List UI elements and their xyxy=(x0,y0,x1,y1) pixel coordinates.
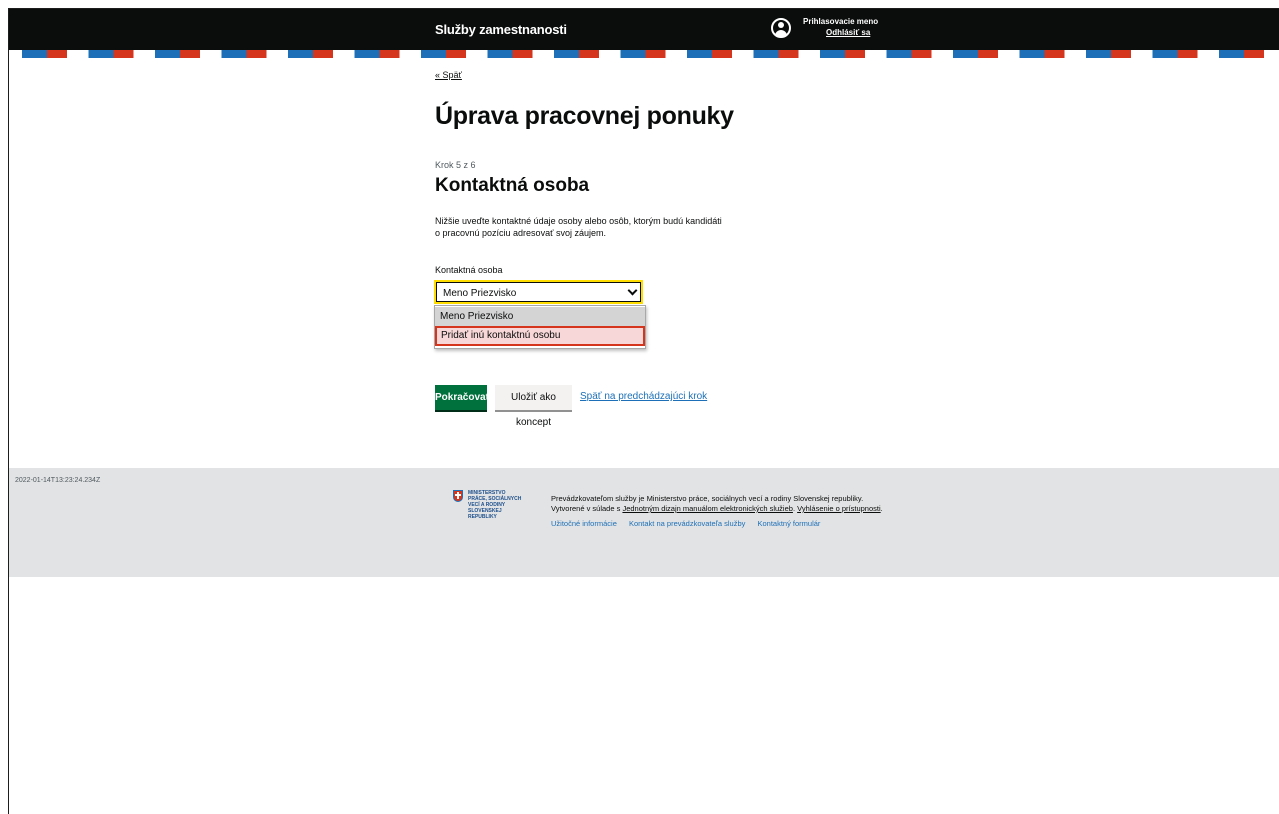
section-title: Kontaktná osoba xyxy=(435,175,590,196)
footer-link-useful-info[interactable]: Užitočné informácie xyxy=(551,519,617,528)
header-stripe xyxy=(9,50,1279,58)
dropdown-option[interactable]: Meno Priezvisko xyxy=(435,307,645,327)
ministry-logo[interactable]: MINISTERSTVO PRÁCE, SOCIÁLNYCH VECÍ A RO… xyxy=(453,490,533,530)
site-footer: 2022-01-14T13:23:24.234Z MINISTERSTVO PR… xyxy=(9,468,1279,577)
site-header: Služby zamestnanosti Prihlasovacie meno … xyxy=(9,9,1279,50)
ministry-logo-text: MINISTERSTVO PRÁCE, SOCIÁLNYCH VECÍ A RO… xyxy=(468,490,522,520)
service-name[interactable]: Služby zamestnanosti xyxy=(435,22,567,37)
page-title: Úprava pracovnej ponuky xyxy=(435,102,734,130)
chevron-down-icon xyxy=(627,285,638,296)
design-manual-link[interactable]: Jednotným dizajn manuálom elektronických… xyxy=(622,504,793,513)
previous-step-link[interactable]: Späť na predchádzajúci krok xyxy=(580,391,707,402)
footer-links: Užitočné informácie Kontakt na prevádzko… xyxy=(551,519,830,528)
back-link[interactable]: « Späť xyxy=(435,70,462,80)
accessibility-link[interactable]: Vyhlásenie o prístupnosti xyxy=(797,504,881,513)
build-timestamp: 2022-01-14T13:23:24.234Z xyxy=(15,477,101,484)
footer-link-contact-form[interactable]: Kontaktný formulár xyxy=(757,519,820,528)
user-name: Prihlasovacie meno xyxy=(803,17,879,26)
contact-person-dropdown: Meno Priezvisko Pridať inú kontaktnú oso… xyxy=(434,305,646,349)
section-description: Nižšie uveďte kontaktné údaje osoby aleb… xyxy=(435,216,722,238)
user-icon xyxy=(771,18,791,38)
crest-icon xyxy=(453,490,463,502)
dropdown-option-add-contact[interactable]: Pridať inú kontaktnú osobu xyxy=(435,326,645,346)
continue-button[interactable]: Pokračovať xyxy=(435,385,490,410)
footer-text-part: . xyxy=(880,504,883,513)
step-indicator: Krok 5 z 6 xyxy=(435,160,476,170)
footer-text: Prevádzkovateľom služby je Ministerstvo … xyxy=(551,494,891,514)
contact-person-select[interactable]: Meno Priezvisko xyxy=(434,280,643,304)
footer-link-operator-contact[interactable]: Kontakt na prevádzkovateľa služby xyxy=(629,519,745,528)
contact-person-label: Kontaktná osoba xyxy=(435,265,503,275)
page-frame: Služby zamestnanosti Prihlasovacie meno … xyxy=(8,8,1279,814)
logout-link[interactable]: Odhlásiť sa xyxy=(826,28,870,37)
select-value: Meno Priezvisko xyxy=(443,288,517,299)
save-draft-button[interactable]: Uložiť ako koncept xyxy=(495,385,572,428)
